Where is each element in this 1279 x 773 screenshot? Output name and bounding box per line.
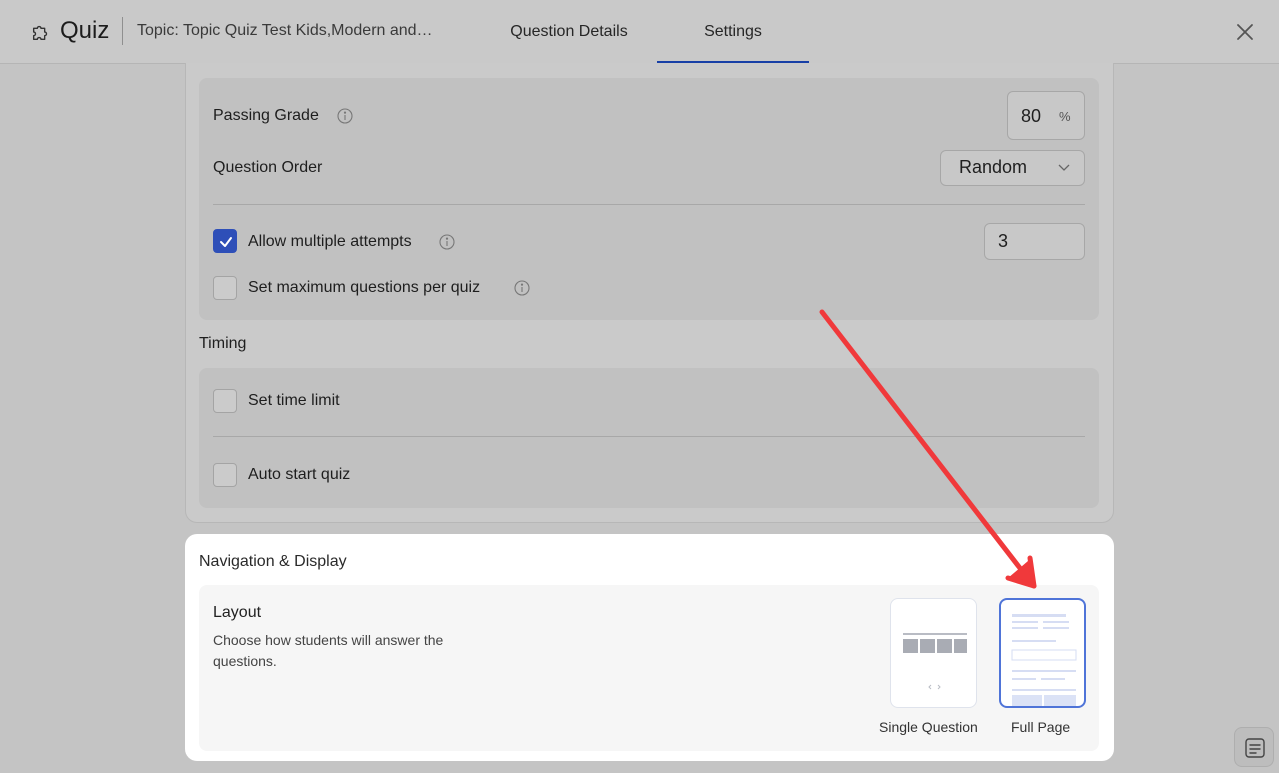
info-icon[interactable] (514, 280, 530, 296)
top-bar: Quiz Topic: Topic Quiz Test Kids,Modern … (0, 0, 1279, 64)
chevron-down-icon (1058, 164, 1070, 171)
allow-attempts-label: Allow multiple attempts (248, 233, 412, 250)
time-limit-label: Set time limit (248, 392, 340, 409)
layout-description: Choose how students will answer the ques… (213, 632, 444, 669)
layout-title: Layout (213, 604, 262, 621)
timing-section-title: Timing (199, 335, 247, 352)
layout-option-single-question[interactable] (890, 598, 977, 708)
auto-start-label: Auto start quiz (248, 466, 351, 483)
topic-breadcrumb[interactable]: Topic: Topic Quiz Test Kids,Modern and… (137, 22, 433, 40)
tab-label: Question Details (510, 23, 628, 40)
check-icon (220, 237, 232, 247)
question-order-value: Random (959, 157, 1028, 177)
question-order-label: Question Order (213, 159, 323, 176)
close-icon[interactable] (1233, 20, 1257, 44)
divider (213, 204, 1085, 205)
notes-icon (1245, 738, 1265, 758)
full-page-preview-icon (1011, 614, 1077, 706)
max-questions-checkbox[interactable] (213, 276, 237, 300)
auto-start-checkbox[interactable] (213, 463, 237, 487)
tab-settings[interactable]: Settings (657, 0, 809, 64)
allow-attempts-checkbox[interactable] (213, 229, 237, 253)
puzzle-icon (32, 25, 48, 41)
passing-grade-label: Passing Grade (213, 107, 319, 124)
app-title: Quiz (60, 17, 110, 44)
info-icon[interactable] (337, 108, 353, 124)
passing-grade-input[interactable] (1007, 91, 1085, 140)
time-limit-checkbox[interactable] (213, 389, 237, 413)
timing-panel (199, 368, 1099, 508)
single-question-label: Single Question (879, 719, 978, 735)
info-icon[interactable] (439, 234, 455, 250)
single-question-preview-icon (903, 633, 967, 690)
max-questions-label: Set maximum questions per quiz (248, 279, 481, 296)
navigation-section-title: Navigation & Display (199, 553, 347, 570)
tab-label: Settings (704, 23, 762, 40)
notes-button[interactable] (1234, 727, 1274, 767)
layout-option-full-page[interactable] (999, 598, 1086, 708)
tab-question-details[interactable]: Question Details (483, 0, 655, 64)
attempts-value: 3 (998, 231, 1009, 251)
header-divider (122, 17, 123, 45)
passing-grade-value: 80 (1021, 106, 1042, 126)
percent-unit: % (1059, 109, 1071, 124)
full-page-label: Full Page (1011, 719, 1071, 735)
divider (213, 436, 1085, 437)
